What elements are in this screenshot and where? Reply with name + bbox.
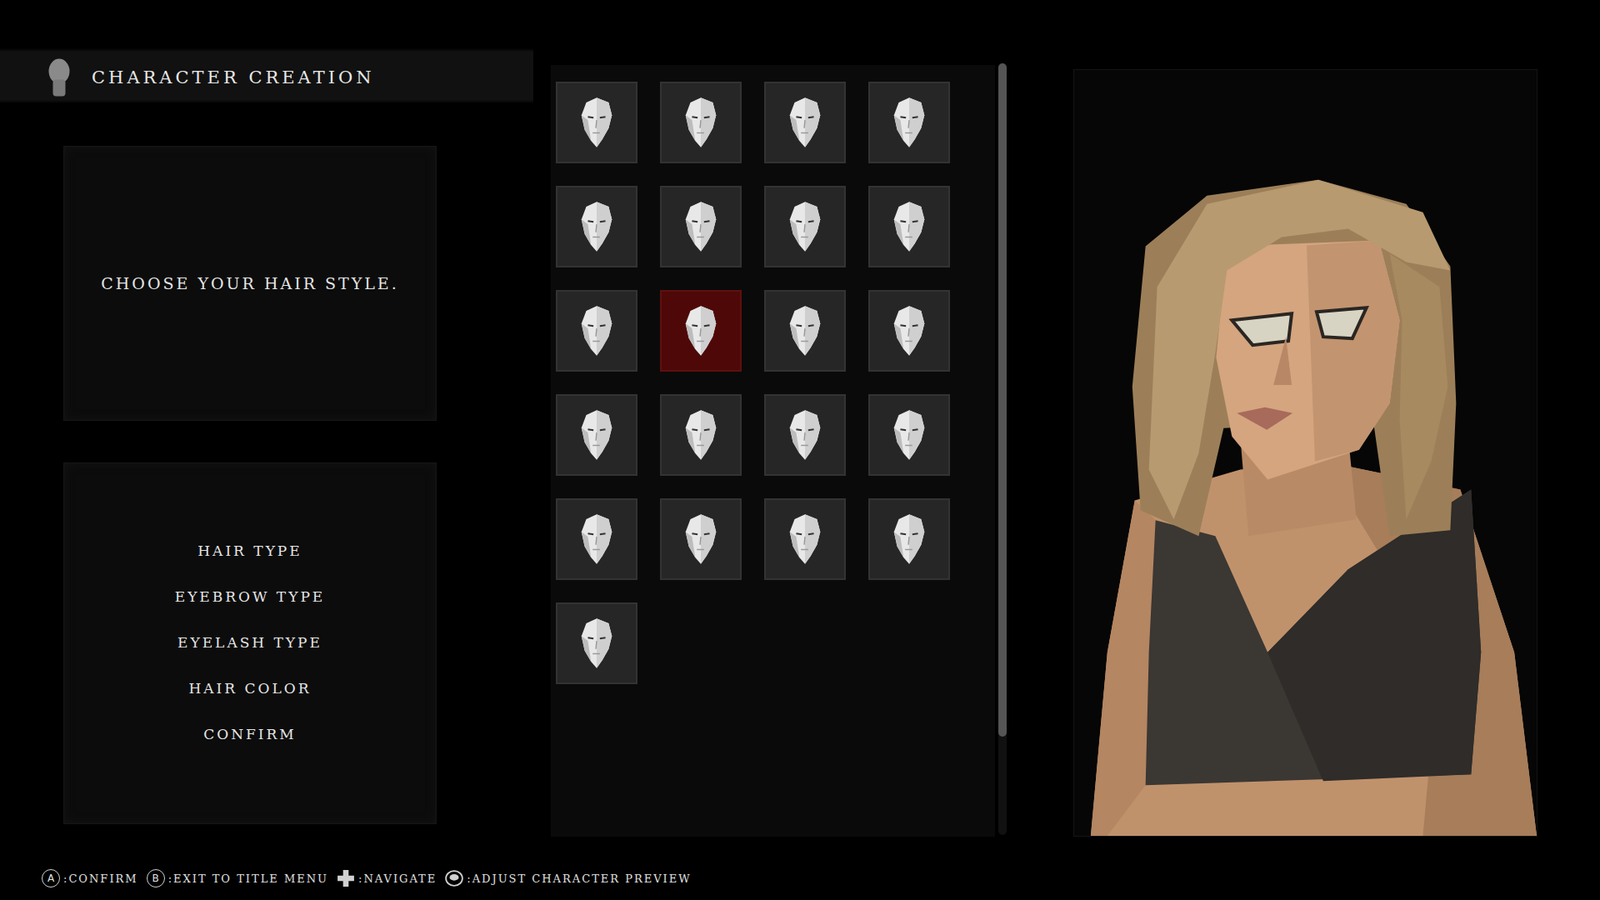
head-icon [889, 304, 930, 358]
hair-style-tile[interactable] [660, 498, 742, 580]
scrollbar-thumb[interactable] [998, 63, 1007, 737]
hair-style-tile[interactable] [555, 602, 638, 685]
head-icon [889, 408, 930, 462]
hair-style-tile[interactable] [555, 290, 638, 372]
scrollbar[interactable] [998, 63, 1007, 835]
button-icon: B [146, 869, 165, 888]
menu-panel: HAIR TYPE EYEBROW TYPE EYELASH TYPE HAIR CO… [63, 462, 437, 825]
character-creation-screen: CHARACTER CREATION CHOOSE YOUR HAIR STYL… [0, 0, 1600, 900]
stick-icon [445, 869, 464, 888]
screen-title: CHARACTER CREATION [91, 56, 375, 99]
hair-style-tile[interactable] [764, 498, 846, 580]
hair-style-tile[interactable] [764, 290, 846, 372]
head-icon [576, 200, 617, 254]
control-hint: A :CONFIRM [41, 869, 139, 888]
head-icon [889, 200, 930, 254]
hair-style-tile[interactable] [764, 394, 846, 476]
head-icon [785, 95, 825, 150]
head-icon [576, 616, 617, 670]
hair-style-tile[interactable] [868, 290, 950, 372]
hair-style-tile[interactable] [660, 290, 742, 372]
hair-style-tile[interactable] [868, 498, 950, 580]
hair-style-grid [550, 65, 995, 837]
menu-item[interactable]: HAIR COLOR [189, 677, 312, 700]
head-icon [576, 95, 617, 150]
hair-style-tile[interactable] [555, 394, 638, 476]
hair-style-tile[interactable] [660, 394, 742, 476]
head-icon [576, 512, 617, 566]
head-icon [680, 200, 721, 254]
character-preview[interactable] [1073, 69, 1538, 837]
hair-style-tile[interactable] [660, 185, 742, 268]
hair-style-tile[interactable] [555, 185, 638, 268]
hair-style-tile[interactable] [764, 81, 846, 164]
hair-style-tile[interactable] [660, 81, 742, 164]
head-icon [576, 408, 617, 462]
head-icon [889, 512, 930, 566]
head-icon [785, 408, 825, 462]
header: CHARACTER CREATION [0, 0, 534, 146]
hair-style-tile[interactable] [555, 498, 638, 580]
dpad-icon [336, 869, 355, 888]
menu-item[interactable]: CONFIRM [203, 723, 297, 746]
head-icon [680, 512, 721, 566]
hair-style-tile[interactable] [868, 81, 950, 164]
head-icon [680, 95, 721, 150]
control-label: :CONFIRM [63, 872, 139, 885]
left-column: CHARACTER CREATION CHOOSE YOUR HAIR STYL… [63, 0, 437, 857]
hair-style-tile[interactable] [868, 394, 950, 476]
head-icon [46, 56, 72, 99]
hair-style-tile[interactable] [764, 185, 846, 268]
head-icon [785, 512, 825, 566]
control-hint: :ADJUST CHARACTER PREVIEW [445, 869, 691, 888]
button-icon: A [41, 869, 60, 888]
control-label: :EXIT TO TITLE MENU [168, 872, 329, 885]
head-icon [889, 95, 930, 150]
prompt-panel: CHOOSE YOUR HAIR STYLE. [63, 145, 437, 421]
head-icon [785, 200, 825, 254]
menu-item[interactable]: EYELASH TYPE [177, 631, 323, 655]
controls-bar: A :CONFIRM B :EXIT TO TITLE MENU :NAVIGAT… [0, 856, 1600, 900]
head-icon [576, 304, 617, 358]
hair-style-tile[interactable] [555, 81, 638, 164]
head-icon [785, 304, 825, 358]
hair-style-list [550, 65, 1007, 837]
control-hint: B :EXIT TO TITLE MENU [146, 869, 329, 888]
menu-item[interactable]: HAIR TYPE [197, 540, 302, 563]
head-icon [680, 408, 721, 462]
prompt-text: CHOOSE YOUR HAIR STYLE. [100, 274, 400, 293]
character-figure [1074, 69, 1537, 836]
menu-item[interactable]: EYEBROW TYPE [175, 585, 326, 609]
control-hint: :NAVIGATE [336, 869, 437, 888]
hair-style-tile[interactable] [868, 185, 950, 268]
control-label: :NAVIGATE [358, 872, 437, 885]
control-label: :ADJUST CHARACTER PREVIEW [466, 872, 691, 885]
head-icon [680, 304, 721, 358]
